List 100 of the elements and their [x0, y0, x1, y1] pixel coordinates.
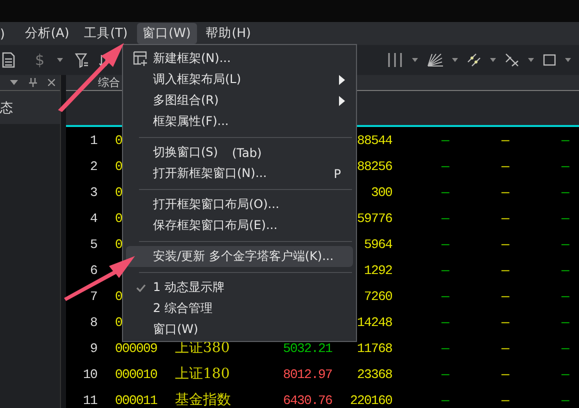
- menu-bar-item[interactable]: 帮助(H): [200, 23, 257, 44]
- table-cell: 14248: [356, 314, 392, 330]
- table-cell: 000009: [115, 340, 158, 356]
- table-cell: —: [561, 184, 568, 200]
- table-cell: —: [441, 132, 448, 148]
- table-cell: 23368: [356, 366, 392, 382]
- menu-item[interactable]: 打开框架窗口布局(O)...: [126, 194, 353, 215]
- table-cell: —: [561, 288, 568, 304]
- cross-lines-icon[interactable]: [505, 53, 519, 67]
- row-number: 2: [90, 158, 97, 174]
- table-cell: 上证180: [175, 365, 230, 383]
- menu-item[interactable]: 新建框架(N)...: [126, 48, 353, 69]
- row-number: 10: [82, 366, 97, 382]
- menu-bar-item[interactable]: 分析(A): [18, 23, 76, 44]
- menu-bar-item[interactable]: 窗口(W): [136, 23, 197, 44]
- table-cell: —: [561, 158, 568, 174]
- table-cell: 0: [115, 132, 122, 148]
- table-cell: —: [501, 262, 508, 278]
- menu-item[interactable]: 打开新框架窗口(N)... P: [126, 163, 353, 184]
- pointer-arrow: [64, 256, 135, 301]
- caret-icon[interactable]: [565, 58, 571, 62]
- table-cell: 0: [115, 158, 122, 174]
- table-cell: 000010: [115, 366, 158, 382]
- caret-icon[interactable]: [56, 58, 63, 62]
- rectangle-icon[interactable]: [543, 54, 556, 66]
- row-number: 4: [90, 210, 97, 226]
- document-icon[interactable]: [2, 52, 15, 68]
- menu-item[interactable]: 保存框架窗口布局(E)...: [126, 215, 353, 236]
- menu-item[interactable]: 1 动态显示牌: [126, 277, 353, 298]
- pointer-arrow: [58, 43, 124, 112]
- row-number: 1: [90, 132, 97, 148]
- row-number: 7: [90, 288, 97, 304]
- close-icon[interactable]: [48, 79, 55, 86]
- table-cell: —: [501, 132, 508, 148]
- table-cell: 000011: [115, 392, 158, 408]
- row-number: 11: [82, 392, 97, 408]
- caret-icon[interactable]: [528, 58, 534, 62]
- row-number: 6: [90, 262, 97, 278]
- table-cell: —: [441, 340, 448, 356]
- table-cell: —: [441, 366, 448, 382]
- menu-item[interactable]: 多图组合(R): [126, 90, 353, 111]
- table-cell: 8012.97: [282, 366, 332, 382]
- table-cell: —: [501, 158, 508, 174]
- parallel-lines-icon[interactable]: [467, 53, 481, 67]
- caret-icon[interactable]: [490, 58, 496, 62]
- table-cell: —: [501, 366, 508, 382]
- menu-bar-item[interactable]: ): [0, 24, 5, 43]
- row-number: 9: [90, 340, 97, 356]
- menu-item[interactable]: 安装/更新 多个金字塔客户端(K)...: [126, 246, 353, 267]
- table-cell: —: [441, 184, 448, 200]
- table-cell: 88544: [356, 132, 392, 148]
- table-cell: 基金指数: [175, 391, 231, 408]
- menu-bar-item[interactable]: 工具(T): [78, 23, 134, 44]
- table-cell: —: [561, 262, 568, 278]
- table-cell: —: [501, 288, 508, 304]
- menu-item[interactable]: 2 综合管理: [126, 298, 353, 319]
- table-cell: —: [441, 392, 448, 408]
- pin-icon[interactable]: [29, 78, 37, 87]
- table-cell: 88256: [356, 158, 392, 174]
- table-cell: —: [501, 236, 508, 252]
- menu-item[interactable]: 窗口(W): [126, 319, 353, 340]
- filter-icon[interactable]: [74, 52, 89, 68]
- table-cell: 0: [115, 184, 122, 200]
- table-cell: —: [561, 314, 568, 330]
- table-cell: 0: [115, 236, 122, 252]
- table-cell: —: [441, 158, 448, 174]
- row-number: 5: [90, 236, 97, 252]
- table-cell: —: [501, 392, 508, 408]
- table-cell: —: [441, 210, 448, 226]
- table-cell: —: [561, 210, 568, 226]
- menu-item[interactable]: 切换窗口(S) (Tab): [126, 142, 353, 163]
- table-cell: —: [501, 210, 508, 226]
- fan-icon[interactable]: [427, 53, 443, 67]
- table-cell: —: [441, 236, 448, 252]
- table-cell: 0: [115, 210, 122, 226]
- table-cell: —: [501, 314, 508, 330]
- tab[interactable]: 综合: [98, 76, 120, 89]
- table-cell: —: [501, 340, 508, 356]
- table-cell: 6430.76: [282, 392, 332, 408]
- table-cell: 5032.21: [282, 340, 332, 356]
- table-cell: 11768: [356, 340, 392, 356]
- table-cell: 59776: [356, 210, 392, 226]
- table-cell: 1292: [364, 262, 392, 278]
- table-cell: —: [441, 262, 448, 278]
- panel-title: 态: [0, 100, 13, 116]
- table-cell: 7260: [364, 288, 392, 304]
- table-cell: —: [441, 314, 448, 330]
- caret-icon[interactable]: [412, 58, 418, 62]
- table-cell: —: [561, 132, 568, 148]
- table-cell: 0: [115, 288, 122, 304]
- menu-item[interactable]: 框架属性(F)...: [126, 111, 353, 132]
- caret-icon[interactable]: [10, 80, 18, 85]
- new-frame-icon: [133, 51, 148, 66]
- table-cell: 220160: [350, 392, 392, 408]
- menu-item[interactable]: 调入框架布局(L): [126, 69, 353, 90]
- caret-icon[interactable]: [452, 58, 458, 62]
- table-cell: —: [561, 366, 568, 382]
- table-cell: —: [441, 288, 448, 304]
- bars-icon[interactable]: [387, 53, 403, 67]
- table-cell: —: [561, 392, 568, 408]
